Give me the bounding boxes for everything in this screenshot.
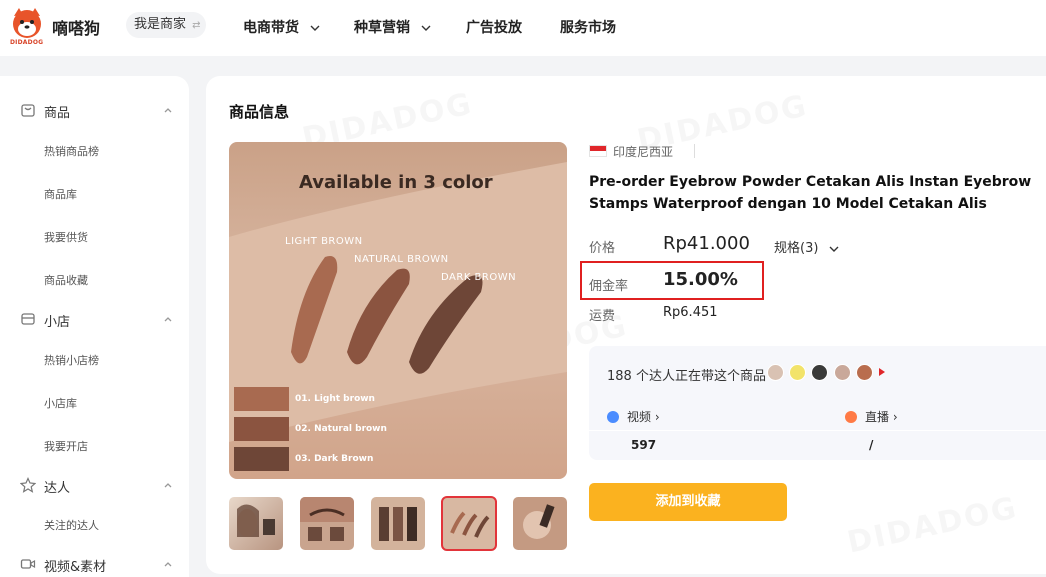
sidebar-group-creators[interactable]: 达人	[0, 474, 189, 498]
swatch-label-dark: 03. Dark Brown	[295, 454, 374, 464]
live-stat-link[interactable]: 直播 ›	[845, 408, 898, 425]
commission-value: 15.00%	[663, 269, 738, 290]
live-stat-value: /	[869, 438, 874, 452]
merchant-switch-button[interactable]: 我是商家 ⇄	[126, 12, 206, 38]
sidebar-item-open-shop[interactable]: 我要开店	[44, 438, 88, 454]
creators-panel: 188 个达人正在带这个商品 视频 › 直播 › 597 /	[589, 346, 1046, 460]
product-title: Pre-order Eyebrow Powder Cetakan Alis In…	[589, 174, 1032, 212]
nav-services[interactable]: 服务市场	[560, 17, 616, 37]
price-label: 价格	[589, 241, 616, 256]
sidebar-group-video[interactable]: 视频&素材	[0, 553, 189, 577]
product-icon	[21, 104, 35, 117]
indonesia-flag-icon	[589, 145, 607, 157]
thumbnail-2[interactable]	[300, 497, 354, 550]
nav-ecommerce-label: 电商带货	[243, 20, 299, 36]
nav-seeding-label: 种草营销	[354, 20, 410, 36]
avatar[interactable]	[856, 364, 873, 381]
chevron-down-icon	[829, 246, 839, 252]
live-icon	[845, 411, 857, 423]
sidebar-group-label: 视频&素材	[44, 560, 107, 575]
sidebar-item-supply[interactable]: 我要供货	[44, 229, 88, 245]
sidebar-item-followed-creators[interactable]: 关注的达人	[44, 517, 99, 533]
video-stat-value: 597	[631, 438, 657, 452]
logo-subtext: DIDADOG	[10, 39, 44, 46]
swatch-label-light: 01. Light brown	[295, 394, 375, 404]
thumbnail-art	[450, 511, 490, 538]
shipping-value: Rp6.451	[663, 305, 718, 320]
switch-icon: ⇄	[192, 20, 201, 31]
video-icon	[20, 559, 36, 569]
spec-dropdown[interactable]: 规格(3)	[774, 237, 839, 256]
thumbnail-art	[523, 504, 555, 539]
chevron-right-icon: ›	[654, 410, 660, 424]
video-icon	[607, 411, 619, 423]
sidebar: 商品 热销商品榜 商品库 我要供货 商品收藏 小店 热销小店榜 小店库 我要开店…	[0, 76, 189, 577]
star-icon	[20, 477, 36, 493]
shipping-label: 运费	[589, 309, 616, 324]
chevron-right-icon: ›	[892, 410, 898, 424]
nav-seeding[interactable]: 种草营销	[354, 17, 431, 37]
spec-label: 规格(3)	[774, 241, 819, 256]
commission-label: 佣金率	[589, 279, 629, 294]
avatar[interactable]	[811, 364, 828, 381]
top-navbar: DIDADOG 嘀嗒狗 我是商家 ⇄ 电商带货 种草营销 广告投放 服务市场	[0, 0, 1046, 56]
chevron-up-icon	[164, 108, 172, 113]
nav-ecommerce[interactable]: 电商带货	[243, 17, 320, 37]
sidebar-item-hot-products[interactable]: 热销商品榜	[44, 143, 99, 159]
sidebar-item-product-favorites[interactable]: 商品收藏	[44, 272, 88, 288]
chevron-down-icon	[310, 25, 320, 31]
more-arrow-icon[interactable]	[879, 368, 885, 376]
swatch-natural	[234, 417, 289, 441]
shade-label-natural: NATURAL BROWN	[354, 254, 449, 265]
sidebar-item-product-library[interactable]: 商品库	[44, 186, 77, 202]
sidebar-group-shop[interactable]: 小店	[0, 308, 189, 332]
divider	[589, 430, 1046, 431]
chevron-up-icon	[164, 562, 172, 567]
price-value: Rp41.000	[663, 233, 750, 254]
region-label: 印度尼西亚	[613, 145, 674, 159]
shade-label-dark: DARK BROWN	[441, 272, 517, 283]
brand-name[interactable]: 嘀嗒狗	[52, 15, 100, 39]
swatch-light	[234, 387, 289, 411]
thumbnail-1[interactable]	[229, 497, 283, 550]
thumbnail-art	[300, 497, 354, 541]
shop-icon	[21, 313, 35, 325]
merchant-switch-label: 我是商家	[134, 17, 187, 32]
video-stat-label: 视频	[627, 410, 652, 424]
image-headline: Available in 3 color	[299, 172, 493, 193]
nav-ads[interactable]: 广告投放	[466, 17, 522, 37]
avatar[interactable]	[767, 364, 784, 381]
thumbnail-3[interactable]	[371, 497, 425, 550]
avatar[interactable]	[834, 364, 851, 381]
sidebar-group-product[interactable]: 商品	[0, 99, 189, 123]
avatar[interactable]	[789, 364, 806, 381]
dog-logo-icon[interactable]	[10, 6, 44, 40]
watermark: DIDADOG	[844, 490, 1021, 560]
product-main-image[interactable]: Available in 3 color LIGHT BROWN NATURAL…	[229, 142, 567, 479]
section-title: 商品信息	[229, 103, 290, 121]
thumbnail-art	[237, 504, 275, 537]
chevron-up-icon	[164, 483, 172, 488]
sidebar-group-label: 达人	[44, 481, 71, 496]
video-stat-link[interactable]: 视频 ›	[607, 408, 660, 425]
sidebar-item-hot-shops[interactable]: 热销小店榜	[44, 352, 99, 368]
sidebar-group-label: 商品	[44, 106, 71, 121]
thumbnail-5[interactable]	[513, 497, 567, 550]
swatch-label-natural: 02. Natural brown	[295, 424, 387, 434]
add-to-favorites-button[interactable]: 添加到收藏	[589, 483, 787, 521]
live-stat-label: 直播	[865, 410, 890, 424]
divider	[694, 144, 695, 158]
product-info-card: DIDADOG DIDADOG DIDADOG DIDADOG 商品信息 Ava…	[206, 76, 1046, 574]
chevron-down-icon	[421, 25, 431, 31]
chevron-up-icon	[164, 317, 172, 322]
shade-label-light: LIGHT BROWN	[285, 236, 363, 247]
thumbnail-4-selected[interactable]	[441, 496, 497, 551]
swatch-dark	[234, 447, 289, 471]
thumbnail-art	[379, 507, 417, 541]
sidebar-group-label: 小店	[44, 315, 71, 330]
creators-count-text: 188 个达人正在带这个商品	[607, 369, 766, 384]
sidebar-item-shop-library[interactable]: 小店库	[44, 395, 77, 411]
product-region: 印度尼西亚	[589, 143, 673, 160]
